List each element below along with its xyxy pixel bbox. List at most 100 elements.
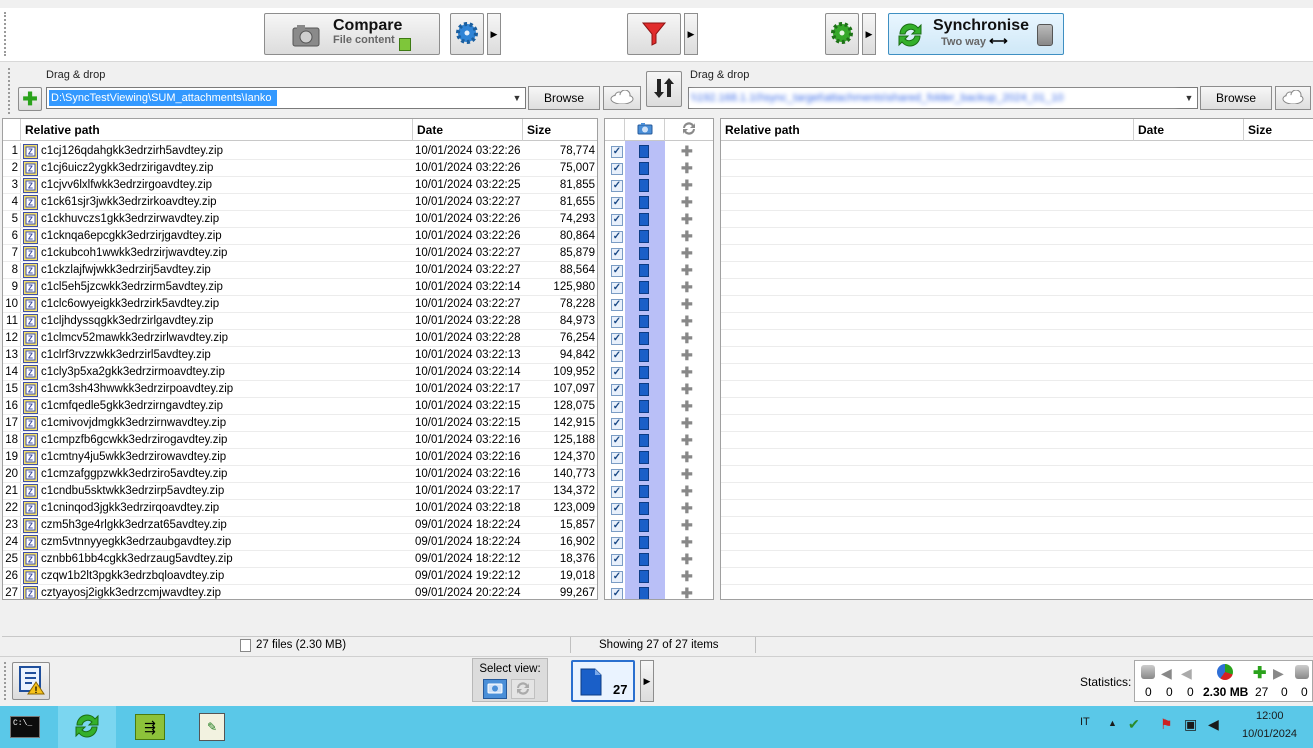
action-row[interactable]: ✓ ✚ — [605, 313, 711, 330]
include-checkbox[interactable]: ✓ — [611, 333, 623, 345]
include-checkbox[interactable]: ✓ — [611, 146, 623, 158]
table-row[interactable]: 13 Zc1clrf3rvzzwkk3edrzirl5avdtey.zip 10/0… — [3, 347, 597, 364]
action-row[interactable]: ✓ ✚ — [605, 160, 711, 177]
create-right-action-icon[interactable]: ✚ — [681, 500, 693, 517]
table-row[interactable]: 4 Zc1ck61sjr3jwkk3edrzirkoavdtey.zip 10/01… — [3, 194, 597, 211]
create-right-action-icon[interactable]: ✚ — [681, 330, 693, 347]
table-row[interactable]: 16 Zc1cmfqedle5gkk3edrzirngavdtey.zip 10/0… — [3, 398, 597, 415]
create-right-action-icon[interactable]: ✚ — [681, 143, 693, 160]
include-checkbox[interactable]: ✓ — [611, 503, 623, 515]
include-checkbox[interactable]: ✓ — [611, 384, 623, 396]
include-checkbox[interactable]: ✓ — [611, 299, 623, 311]
right-size-header[interactable]: Size — [1244, 119, 1313, 141]
action-row[interactable]: ✓ ✚ — [605, 483, 711, 500]
include-checkbox[interactable]: ✓ — [611, 452, 623, 464]
include-checkbox[interactable]: ✓ — [611, 316, 623, 328]
include-checkbox[interactable]: ✓ — [611, 248, 623, 260]
taskbar-usb-app[interactable]: ⇶ — [122, 706, 178, 748]
filter-button[interactable] — [627, 13, 681, 55]
table-row[interactable]: 24 Zczm5vtnnyyegkk3edrzaubgavdtey.zip 09/0… — [3, 534, 597, 551]
table-row[interactable]: 21 Zc1cndbu5sktwkk3edrzirp5avdtey.zip 10/0… — [3, 483, 597, 500]
bottom-grip[interactable] — [4, 662, 7, 700]
chevron-down-icon[interactable]: ▼ — [1181, 88, 1197, 108]
include-checkbox[interactable]: ✓ — [611, 214, 623, 226]
action-row[interactable]: ✓ ✚ — [605, 534, 711, 551]
action-header[interactable] — [665, 119, 713, 141]
compare-settings-dropdown[interactable]: ▶ — [487, 13, 501, 55]
create-right-action-icon[interactable]: ✚ — [681, 534, 693, 551]
include-checkbox[interactable]: ✓ — [611, 571, 623, 583]
left-cloud-button[interactable] — [603, 86, 641, 110]
create-right-action-icon[interactable]: ✚ — [681, 364, 693, 381]
include-checkbox[interactable]: ✓ — [611, 401, 623, 413]
right-file-grid[interactable]: Relative path Date Size — [720, 118, 1313, 600]
taskbar-notepad[interactable]: ✎ — [184, 706, 240, 748]
synchronise-button[interactable]: Synchronise Two way ⟷ — [888, 13, 1064, 55]
table-row[interactable]: 26 Zczqw1b2lt3pgkk3edrzbqloavdtey.zip 09/0… — [3, 568, 597, 585]
language-indicator[interactable]: IT — [1080, 716, 1090, 728]
table-row[interactable]: 22 Zc1cninqod3jgkk3edrzirqoavdtey.zip 10/0… — [3, 500, 597, 517]
table-row[interactable]: 1 Zc1cj126qdahgkk3edrzirh5avdtey.zip 10/01… — [3, 143, 597, 160]
network-tray-icon[interactable]: ▣ — [1184, 716, 1197, 733]
table-row[interactable]: 6 Zc1cknqa6epcgkk3edrzirjgavdtey.zip 10/01… — [3, 228, 597, 245]
sync-settings-dropdown[interactable]: ▶ — [862, 13, 876, 55]
left-folder-path[interactable]: D:\SyncTestViewing\SUM_attachments\Ianko — [49, 90, 277, 106]
include-checkbox[interactable]: ✓ — [611, 435, 623, 447]
table-row[interactable]: 5 Zc1ckhuvczs1gkk3edrzirwavdtey.zip 10/01/… — [3, 211, 597, 228]
action-row[interactable]: ✓ ✚ — [605, 517, 711, 534]
include-checkbox[interactable]: ✓ — [611, 180, 623, 192]
include-checkbox[interactable]: ✓ — [611, 537, 623, 549]
action-row[interactable]: ✓ ✚ — [605, 449, 711, 466]
include-checkbox[interactable]: ✓ — [611, 554, 623, 566]
table-row[interactable]: 20 Zc1cmzafggpzwkk3edrziro5avdtey.zip 10/0… — [3, 466, 597, 483]
create-right-action-icon[interactable]: ✚ — [681, 415, 693, 432]
log-button[interactable]: ! — [12, 662, 50, 700]
include-checkbox[interactable]: ✓ — [611, 265, 623, 277]
view-category-button[interactable] — [483, 679, 507, 699]
create-right-action-icon[interactable]: ✚ — [681, 585, 693, 599]
right-path-header[interactable]: Relative path — [721, 119, 1134, 141]
action-row[interactable]: ✓ ✚ — [605, 364, 711, 381]
view-filter-dropdown[interactable]: ▶ — [640, 660, 654, 702]
table-row[interactable]: 15 Zc1cm3sh43hwwkk3edrzirpoavdtey.zip 10/0… — [3, 381, 597, 398]
table-row[interactable]: 8 Zc1ckzlajfwjwkk3edrzirj5avdtey.zip 10/01… — [3, 262, 597, 279]
create-right-action-icon[interactable]: ✚ — [681, 381, 693, 398]
table-row[interactable]: 19 Zc1cmtny4ju5wkk3edrzirowavdtey.zip 10/0… — [3, 449, 597, 466]
swap-sides-button[interactable] — [646, 71, 682, 107]
left-file-grid[interactable]: Relative path Date Size 1 Zc1cj126qdahgkk… — [2, 118, 598, 600]
create-right-action-icon[interactable]: ✚ — [681, 177, 693, 194]
action-row[interactable]: ✓ ✚ — [605, 262, 711, 279]
create-right-action-icon[interactable]: ✚ — [681, 347, 693, 364]
action-row[interactable]: ✓ ✚ — [605, 228, 711, 245]
table-row[interactable]: 2 Zc1cj6uicz2ygkk3edrzirigavdtey.zip 10/01… — [3, 160, 597, 177]
action-row[interactable]: ✓ ✚ — [605, 245, 711, 262]
sync-settings-button[interactable] — [825, 13, 859, 55]
include-checkbox[interactable]: ✓ — [611, 469, 623, 481]
create-right-action-icon[interactable]: ✚ — [681, 194, 693, 211]
create-right-action-icon[interactable]: ✚ — [681, 466, 693, 483]
security-tray-icon[interactable]: ✔ — [1128, 716, 1140, 733]
action-row[interactable]: ✓ ✚ — [605, 381, 711, 398]
folder-bar-grip[interactable] — [8, 68, 11, 114]
action-row[interactable]: ✓ ✚ — [605, 568, 711, 585]
taskbar-freefilesync[interactable] — [58, 706, 116, 748]
category-header[interactable] — [625, 119, 665, 141]
flag-tray-icon[interactable]: ⚑ — [1160, 716, 1173, 733]
compare-settings-button[interactable] — [450, 13, 484, 55]
volume-tray-icon[interactable]: ◀ — [1208, 716, 1219, 733]
middle-action-grid[interactable]: ✓ ✚ ✓ ✚ ✓ ✚ ✓ ✚ ✓ ✚ ✓ ✚ ✓ ✚ ✓ ✚ ✓ ✚ ✓ ✚ ✓ ✚ ✓ ✚ ✓ ✚ ✓ ✚ ✓ ✚ ✓ ✚ ✓ ✚ ✓ ✚ ✓ ✚ ✓ ✚… — [604, 118, 714, 600]
table-row[interactable]: 25 Zcznbb61bb4cgkk3edrzaug5avdtey.zip 09/0… — [3, 551, 597, 568]
table-row[interactable]: 23 Zczm5h3ge4rlgkk3edrzat65avdtey.zip 09/0… — [3, 517, 597, 534]
action-row[interactable]: ✓ ✚ — [605, 194, 711, 211]
action-row[interactable]: ✓ ✚ — [605, 466, 711, 483]
right-date-header[interactable]: Date — [1134, 119, 1244, 141]
table-row[interactable]: 18 Zc1cmpzfb6gcwkk3edrzirogavdtey.zip 10/0… — [3, 432, 597, 449]
action-row[interactable]: ✓ ✚ — [605, 143, 711, 160]
table-row[interactable]: 10 Zc1clc6owyeigkk3edrzirk5avdtey.zip 10/0… — [3, 296, 597, 313]
create-right-action-icon[interactable]: ✚ — [681, 483, 693, 500]
action-row[interactable]: ✓ ✚ — [605, 585, 711, 599]
create-right-action-icon[interactable]: ✚ — [681, 517, 693, 534]
action-row[interactable]: ✓ ✚ — [605, 415, 711, 432]
action-row[interactable]: ✓ ✚ — [605, 347, 711, 364]
include-checkbox[interactable]: ✓ — [611, 588, 623, 599]
